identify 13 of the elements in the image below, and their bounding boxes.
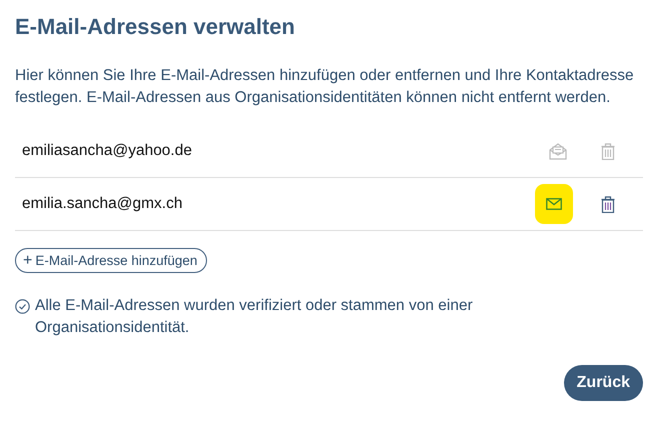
page-title: E-Mail-Adressen verwalten bbox=[15, 14, 296, 40]
check-circle-icon bbox=[15, 299, 30, 314]
add-email-button[interactable]: + E-Mail-Adresse hinzufügen bbox=[15, 248, 208, 273]
open-envelope-icon bbox=[549, 142, 567, 160]
contact-address-button[interactable] bbox=[535, 184, 573, 224]
email-address: emiliasancha@yahoo.de bbox=[21, 142, 192, 160]
back-button[interactable]: Zurück bbox=[564, 365, 643, 401]
envelope-icon bbox=[546, 198, 562, 210]
email-address: emilia.sancha@gmx.ch bbox=[21, 195, 182, 213]
verification-notice: Alle E-Mail-Adressen wurden verifiziert oder stammen von einer Organisationsidentität. bbox=[35, 296, 474, 338]
trash-icon bbox=[601, 142, 615, 160]
trash-icon bbox=[601, 196, 615, 212]
intro-text: Hier können Sie Ihre E-Mail-Adressen hinzufügen oder entfernen und Ihre Kontaktadresse festlegen. E-Mail-Adressen aus Organisationsidentitäten können nicht entfernt werden. bbox=[15, 66, 635, 108]
